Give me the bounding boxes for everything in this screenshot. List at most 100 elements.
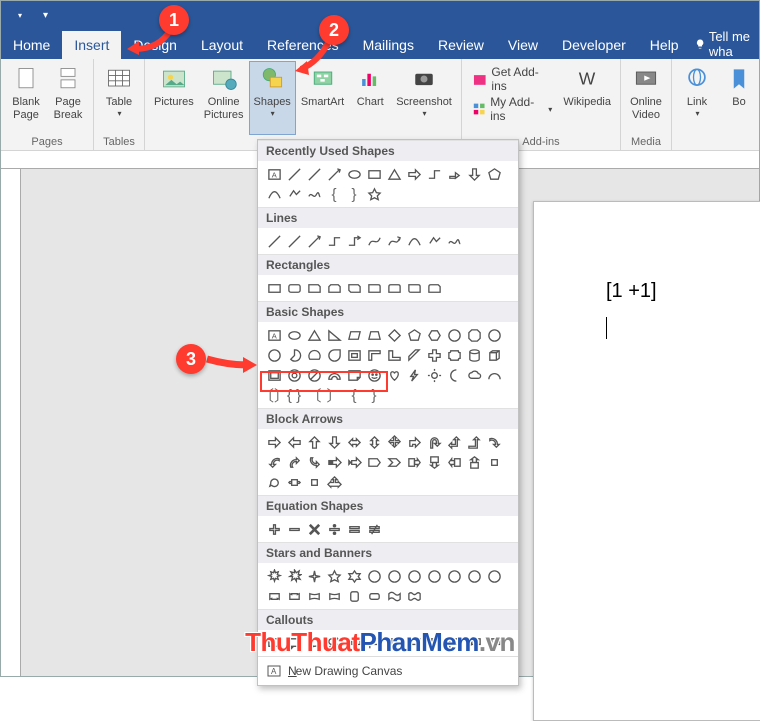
shape-rectangle[interactable]	[264, 278, 284, 298]
shape-elbow-arrow[interactable]	[344, 231, 364, 251]
new-drawing-canvas[interactable]: A New Drawing Canvas	[258, 656, 518, 685]
shape-explosion2[interactable]	[284, 566, 304, 586]
shape-line[interactable]	[284, 231, 304, 251]
shape-up-down-arrow[interactable]	[364, 432, 384, 452]
shape-horizontal-scroll[interactable]	[364, 586, 384, 606]
shape-decagon[interactable]	[484, 325, 504, 345]
shape-right-callout-arrow[interactable]	[404, 452, 424, 472]
shape-line[interactable]	[264, 231, 284, 251]
shapes-button[interactable]: Shapes▾	[249, 61, 296, 135]
shape-explosion1[interactable]	[264, 566, 284, 586]
wikipedia-button[interactable]: W Wikipedia	[558, 61, 616, 135]
shape-line[interactable]	[284, 164, 304, 184]
shape-quad-arrow[interactable]	[384, 432, 404, 452]
shape-equal[interactable]	[344, 519, 364, 539]
shape-oval[interactable]	[284, 325, 304, 345]
screenshot-button[interactable]: Screenshot▾	[391, 61, 457, 135]
shape-snip2-rect[interactable]	[324, 278, 344, 298]
shape-star6[interactable]	[344, 566, 364, 586]
shape-freeform[interactable]	[284, 184, 304, 204]
shape-star32[interactable]	[484, 566, 504, 586]
shape-scribble[interactable]	[444, 231, 464, 251]
shape-frame[interactable]	[344, 345, 364, 365]
shape-pentagon[interactable]	[404, 325, 424, 345]
tab-help[interactable]: Help	[638, 31, 691, 59]
shape-star8[interactable]	[384, 566, 404, 586]
shape-double-wave[interactable]	[404, 586, 424, 606]
shape-star24[interactable]	[464, 566, 484, 586]
shape-ribbon-down[interactable]	[284, 586, 304, 606]
shape-bent-arrow[interactable]	[404, 432, 424, 452]
shape-updown-callout[interactable]	[304, 472, 324, 492]
shape-freeform[interactable]	[424, 231, 444, 251]
tab-review[interactable]: Review	[426, 31, 496, 59]
shape-brace-left[interactable]: {	[324, 184, 344, 204]
shape-uturn-arrow[interactable]	[424, 432, 444, 452]
tab-insert[interactable]: Insert	[62, 31, 121, 59]
vertical-ruler[interactable]	[1, 169, 21, 676]
shape-line[interactable]	[304, 164, 324, 184]
shape-arrow-line[interactable]	[304, 231, 324, 251]
get-addins-button[interactable]: Get Add-ins	[472, 65, 552, 93]
shape-star16[interactable]	[444, 566, 464, 586]
shape-curved-left-arrow[interactable]	[264, 452, 284, 472]
shape-textbox[interactable]: A	[264, 164, 284, 184]
shape-pie[interactable]	[284, 345, 304, 365]
shape-arc[interactable]	[484, 365, 504, 385]
shape-trapezoid[interactable]	[364, 325, 384, 345]
shape-chord[interactable]	[304, 345, 324, 365]
shape-down-arrow[interactable]	[324, 432, 344, 452]
shape-can[interactable]	[464, 345, 484, 365]
shape-down-callout-arrow[interactable]	[424, 452, 444, 472]
online-pictures-button[interactable]: Online Pictures	[199, 61, 249, 135]
shape-cross[interactable]	[424, 345, 444, 365]
shape-moon[interactable]	[444, 365, 464, 385]
shape-leftright-callout[interactable]	[284, 472, 304, 492]
shape-triangle[interactable]	[384, 164, 404, 184]
shape-up-arrow[interactable]	[304, 432, 324, 452]
shape-textbox[interactable]: A	[264, 325, 284, 345]
shape-right-triangle[interactable]	[324, 325, 344, 345]
shape-divide[interactable]	[324, 519, 344, 539]
shape-bent-up-arrow[interactable]	[464, 432, 484, 452]
shape-sun[interactable]	[424, 365, 444, 385]
shape-right-arrow[interactable]	[264, 432, 284, 452]
shape-curved-arrow[interactable]	[384, 231, 404, 251]
shape-star4[interactable]	[304, 566, 324, 586]
shape-up-callout-arrow[interactable]	[464, 452, 484, 472]
qat-customize-icon[interactable]: ▾	[43, 10, 48, 21]
shape-down-arrow[interactable]	[464, 164, 484, 184]
shape-quad-callout[interactable]	[484, 452, 504, 472]
tab-developer[interactable]: Developer	[550, 31, 638, 59]
shape-plus[interactable]	[264, 519, 284, 539]
my-addins-button[interactable]: My Add-ins ▾	[472, 95, 552, 123]
shape-pentagon-arrow[interactable]	[364, 452, 384, 472]
shape-minus[interactable]	[284, 519, 304, 539]
shape-plaque[interactable]	[444, 345, 464, 365]
shape-diagonal-stripe[interactable]	[404, 345, 424, 365]
shape-curve[interactable]	[404, 231, 424, 251]
shape-curve[interactable]	[264, 184, 284, 204]
shape-right-arrow[interactable]	[404, 164, 424, 184]
shape-snip-diag-rect[interactable]	[344, 278, 364, 298]
shape-diamond[interactable]	[384, 325, 404, 345]
shape-leftright-up-arrow[interactable]	[324, 472, 344, 492]
shape-wave[interactable]	[384, 586, 404, 606]
shape-curved-right-arrow[interactable]	[484, 432, 504, 452]
shape-rounded-rect[interactable]	[284, 278, 304, 298]
shape-rectangle[interactable]	[364, 164, 384, 184]
shape-snip-round-rect[interactable]	[424, 278, 444, 298]
shape-curved-up-arrow[interactable]	[284, 452, 304, 472]
online-video-button[interactable]: Online Video	[625, 61, 667, 135]
shape-circular-arrow[interactable]	[264, 472, 284, 492]
shape-dodecagon[interactable]	[264, 345, 284, 365]
shape-not-equal[interactable]	[364, 519, 384, 539]
bookmark-button[interactable]: Bo	[718, 61, 755, 135]
shape-left-up-arrow[interactable]	[444, 432, 464, 452]
shape-l-shape[interactable]	[384, 345, 404, 365]
shape-curved-down-arrow[interactable]	[304, 452, 324, 472]
shape-striped-arrow[interactable]	[324, 452, 344, 472]
shape-ribbon-up[interactable]	[264, 586, 284, 606]
shape-vertical-scroll[interactable]	[344, 586, 364, 606]
shape-snip-rect[interactable]	[304, 278, 324, 298]
